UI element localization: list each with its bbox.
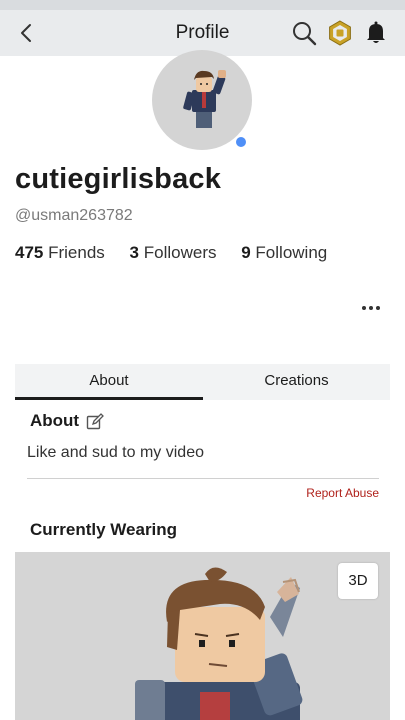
following-stat[interactable]: 9 Following (241, 243, 327, 262)
tab-creations[interactable]: Creations (203, 364, 390, 400)
currently-wearing-heading: Currently Wearing (30, 520, 178, 539)
report-abuse-link[interactable]: Report Abuse (306, 486, 379, 500)
followers-count: 3 (129, 243, 139, 262)
profile-tabs: About Creations (15, 364, 390, 400)
online-status-dot (234, 135, 248, 149)
robux-icon[interactable] (327, 20, 353, 46)
status-bar (0, 0, 405, 10)
followers-stat[interactable]: 3 Followers (130, 243, 217, 262)
avatar-viewer[interactable]: 3D (15, 552, 390, 720)
about-divider (27, 478, 379, 479)
edit-icon[interactable] (86, 413, 104, 431)
tab-about[interactable]: About (15, 364, 203, 400)
chevron-left-icon[interactable] (14, 20, 40, 46)
about-heading: About (30, 411, 80, 430)
username-handle: @usman263782 (15, 207, 133, 224)
search-icon[interactable] (291, 20, 317, 46)
friends-stat[interactable]: 475 Friends (15, 243, 105, 262)
display-name: cutiegirlisback (15, 163, 222, 195)
view-3d-button[interactable]: 3D (338, 563, 378, 599)
friends-label: Friends (48, 243, 105, 262)
more-options-icon[interactable] (356, 296, 386, 320)
about-description: Like and sud to my video (27, 444, 204, 461)
avatar-3d-image (135, 567, 303, 720)
followers-label: Followers (143, 243, 217, 262)
friends-count: 475 (15, 243, 44, 262)
following-label: Following (255, 243, 328, 262)
bell-icon[interactable] (363, 20, 389, 46)
profile-stats: 475 Friends 3 Followers 9 Following (15, 243, 347, 263)
following-count: 9 (241, 243, 251, 262)
